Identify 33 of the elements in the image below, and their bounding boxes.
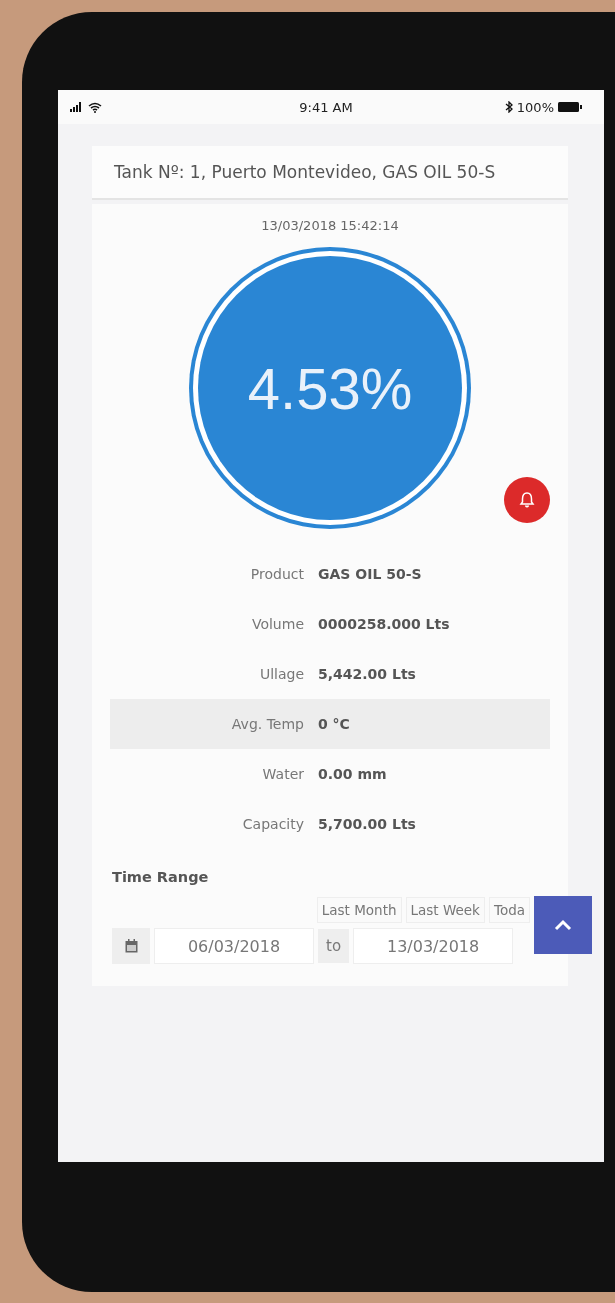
detail-value: GAS OIL 50-S [318, 566, 422, 582]
tank-title: Tank Nº: 1, Puerto Montevideo, GAS OIL 50-S [114, 162, 496, 182]
from-date-field[interactable]: 06/03/2018 [154, 928, 314, 964]
battery-percentage: 100% [516, 99, 554, 115]
detail-value: 0000258.000 Lts [318, 616, 450, 632]
time-range-heading: Time Range [112, 869, 209, 885]
battery-icon [558, 102, 582, 112]
alarm-button[interactable] [504, 477, 550, 523]
detail-label: Capacity [241, 816, 305, 832]
detail-label: Avg. Temp [230, 716, 305, 732]
detail-value: 5,442.00 Lts [318, 666, 416, 682]
wifi-icon [88, 101, 102, 113]
detail-label: Water [261, 766, 305, 782]
calendar-icon [112, 928, 150, 964]
detail-value: 0.00 mm [318, 766, 387, 782]
signal-icon [70, 102, 84, 112]
detail-value: 5,700.00 Lts [318, 816, 416, 832]
to-separator: to [318, 929, 350, 963]
preset-button[interactable]: Last Month [316, 897, 402, 923]
bluetooth-icon [504, 101, 513, 113]
bell-icon [519, 491, 535, 509]
level-percentage: 4.53% [247, 354, 413, 422]
timestamp: 13/03/2018 15:42:14 [261, 218, 399, 233]
preset-button[interactable]: Last Week [405, 897, 485, 923]
preset-button[interactable]: Toda [488, 897, 530, 923]
scroll-top-button[interactable] [534, 896, 592, 954]
status-time: 9:41 AM [299, 99, 353, 115]
to-date-field[interactable]: 13/03/2018 [353, 928, 514, 964]
chevron-up-icon [554, 919, 572, 931]
detail-label: Product [249, 566, 305, 582]
detail-value: 0 °C [318, 716, 350, 732]
detail-label: Volume [250, 616, 305, 632]
detail-label: Ullage [258, 666, 305, 682]
